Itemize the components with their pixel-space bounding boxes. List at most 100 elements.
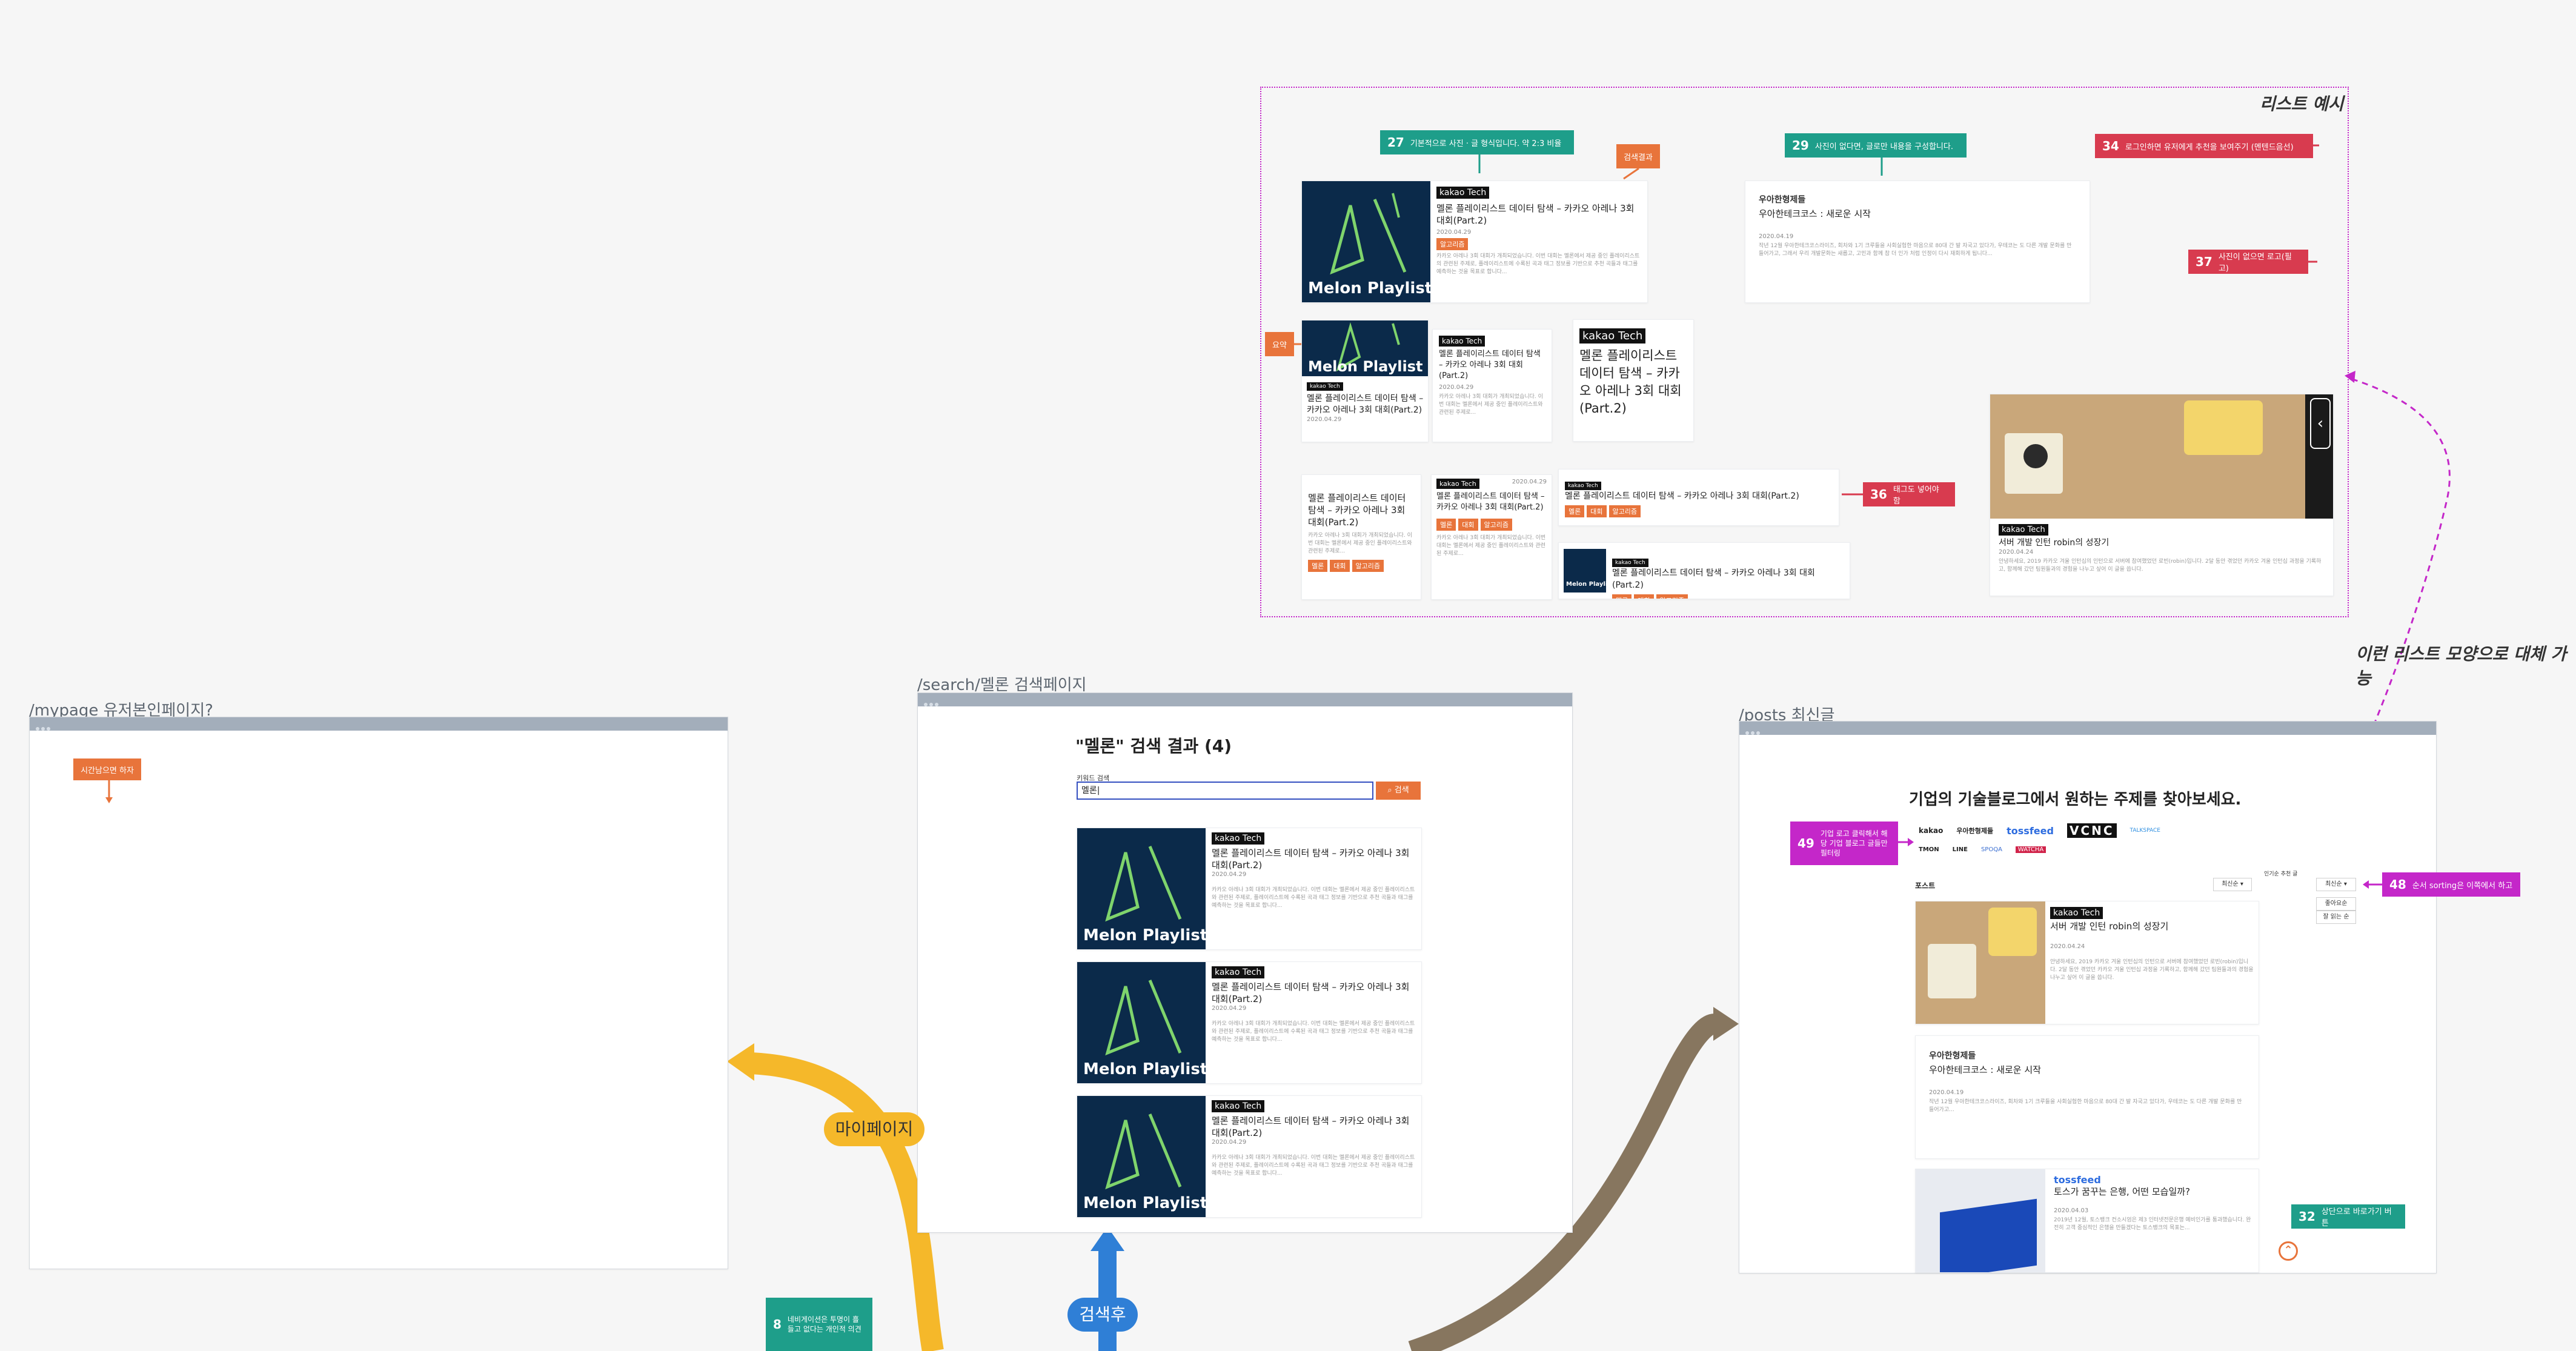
chevron-up-icon: ⌃: [2283, 1244, 2293, 1256]
card-title: 멜론 플레이리스트 데이터 탐색 – 카카오 아레나 3회 대회(Part.2): [1212, 848, 1410, 871]
card-date: 2020.04.29: [1212, 871, 1247, 878]
thumb-image: Melon Playlist: [1302, 320, 1428, 376]
tag[interactable]: 알고리즘: [1608, 505, 1641, 517]
carousel-prev-icon[interactable]: ‹: [2310, 398, 2331, 449]
card-title: 멜론 플레이리스트 데이터 탐색 – 카카오 아레나 3회 대회(Part.2): [1439, 350, 1541, 380]
sort-hint: 인기순 추천 글: [2264, 871, 2298, 877]
example-card-big-title[interactable]: kakao Tech 멜론 플레이리스트 데이터 탐색 – 카카오 아레나 3회…: [1573, 319, 1694, 442]
mypage-arrowhead: [727, 1043, 754, 1081]
note-32: 32 상단으로 바로가기 버튼: [2291, 1204, 2405, 1229]
posts-frame: 기업의 기술블로그에서 원하는 주제를 찾아보세요. kakao 우아한형제들 …: [1739, 721, 2437, 1273]
thumb-image: Melon Playlist: [1077, 1096, 1206, 1217]
company-logo-toss[interactable]: tossfeed: [2007, 825, 2054, 837]
sort-select[interactable]: 최신순 ▾: [2213, 878, 2252, 891]
card-title: 멜론 플레이리스트 데이터 탐색 – 카카오 아레나 3회 대회(Part.2): [1612, 568, 1815, 590]
card-title: 토스가 꿈꾸는 은행, 어떤 모습일까?: [2054, 1186, 2191, 1197]
example-card-photo-text[interactable]: Melon Playlist kakao Tech 멜론 플레이리스트 데이터 …: [1301, 181, 1648, 303]
card-date: 2020.04.24: [1999, 549, 2034, 556]
card-date: 2020.04.19: [1759, 233, 1794, 240]
brand-badge: kakao Tech: [1579, 328, 1646, 344]
browser-bar: [1739, 722, 2436, 735]
company-logo-kakao[interactable]: kakao: [1919, 826, 1943, 835]
card-text: 카카오 아레나 3회 대회가 개최되었습니다. 이번 대회는 멜론에서 제공 중…: [1436, 253, 1640, 275]
company-logo-woowa[interactable]: 우아한형제들: [1956, 826, 1993, 835]
thumb-caption: Melon Playlist: [1308, 279, 1430, 297]
example-card-big-photo[interactable]: ‹ kakao Tech 서버 개발 인턴 robin의 성장기 2020.04…: [1990, 394, 2334, 596]
tag[interactable]: 알고리즘: [1352, 560, 1384, 572]
example-card-summary[interactable]: Melon Playlist kakao Tech 멜론 플레이리스트 데이터 …: [1301, 320, 1429, 442]
replace-note: 이런 리스트 모양으로 대체 가능: [2355, 644, 2567, 688]
brand-badge: kakao Tech: [1307, 382, 1343, 391]
tag[interactable]: 멜론: [1436, 519, 1456, 531]
tag[interactable]: 대회: [1330, 560, 1350, 572]
example-row-card[interactable]: kakao Tech 멜론 플레이리스트 데이터 탐색 – 카카오 아레나 3회…: [1558, 469, 1839, 526]
company-logo-talkspace[interactable]: TALKSPACE: [2130, 828, 2160, 834]
company-logo-watcha[interactable]: WATCHA: [2015, 846, 2047, 853]
tag[interactable]: 멜론: [1565, 505, 1585, 517]
scroll-top-button[interactable]: ⌃: [2279, 1241, 2298, 1261]
search-heading: "멜론" 검색 결과 (4): [1075, 736, 1232, 756]
sort-option[interactable]: 좋아요순: [2316, 897, 2356, 911]
card-title: 멜론 플레이리스트 데이터 탐색 – 카카오 아레나 3회 대회(Part.2): [1436, 203, 1635, 226]
brand-badge: kakao Tech: [1436, 479, 1479, 489]
tag[interactable]: 대회: [1634, 594, 1654, 599]
tag[interactable]: 대회: [1587, 505, 1607, 517]
card-date: 2020.04.29: [1212, 1005, 1247, 1012]
brand-badge: kakao Tech: [1612, 559, 1648, 567]
search-result-card[interactable]: Melon Playlist kakao Tech 멜론 플레이리스트 데이터 …: [1077, 828, 1422, 950]
tag[interactable]: 알고리즘: [1480, 519, 1512, 531]
card-text: 카카오 아레나 3회 대회가 개최되었습니다. 이번 대회는 멜론에서 제공 중…: [1212, 887, 1415, 909]
card-title: 멜론 플레이리스트 데이터 탐색 – 카카오 아레나 3회 대회(Part.2): [1307, 394, 1424, 415]
tag[interactable]: 알고리즘: [1656, 594, 1688, 599]
card-title: 멜론 플레이리스트 데이터 탐색 – 카카오 아레나 3회 대회(Part.2): [1212, 981, 1410, 1004]
browser-bar: [30, 717, 728, 731]
card-date: 2020.04.29: [1439, 384, 1474, 391]
example-card-no-image[interactable]: kakao Tech 멜론 플레이리스트 데이터 탐색 – 카카오 아레나 3회…: [1432, 329, 1552, 442]
browser-bar: [918, 693, 1572, 706]
brand-badge: kakao Tech: [2050, 907, 2103, 919]
search-result-card[interactable]: Melon Playlist kakao Tech 멜론 플레이리스트 데이터 …: [1077, 1095, 1422, 1218]
post-card[interactable]: 우아한형제들 우아한테크코스 : 새로운 시작 2020.04.19 작년 12…: [1915, 1035, 2259, 1159]
card-text: 카카오 아레나 3회 대회가 개최되었습니다. 이번 대회는 멜론에서 제공 중…: [1436, 535, 1546, 557]
example-card-text-only[interactable]: 우아한형제들 우아한테크코스 : 새로운 시작 2020.04.19 작년 12…: [1745, 181, 2090, 303]
company-logo: 우아한형제들: [1759, 195, 1806, 205]
tag[interactable]: 멜론: [1308, 560, 1328, 572]
note-48: 48 순서 sorting은 이쪽에서 하고: [2382, 872, 2520, 897]
example-card-tags-2[interactable]: kakao Tech 2020.04.29 멜론 플레이리스트 데이터 탐색 – …: [1431, 474, 1552, 600]
posts-arrowhead: [1713, 1007, 1739, 1041]
brand-badge: kakao Tech: [1436, 187, 1490, 199]
posts-section-title: 포스트: [1915, 881, 1936, 890]
brand-logo: tossfeed: [2054, 1174, 2101, 1186]
thumb-caption: Melon Playlist: [1083, 1060, 1206, 1078]
company-logo-tmon[interactable]: TMON: [1919, 846, 1939, 853]
company-logo-vcnc[interactable]: VCNC: [2066, 823, 2117, 838]
card-date: 2020.04.29: [1212, 1139, 1247, 1146]
card-date: 2020.04.29: [1307, 416, 1342, 423]
card-text: 작년 12월 우아한테크코스라이즈, 회차와 1기 크루들을 사회실험한 마음으…: [1759, 243, 2072, 257]
card-date: 2020.04.03: [2054, 1207, 2089, 1214]
search-button[interactable]: ⌕ 검색: [1376, 782, 1421, 800]
example-row-card-thumb[interactable]: Melon Playlist kakao Tech 멜론 플레이리스트 데이터 …: [1558, 542, 1850, 599]
tag[interactable]: 멜론: [1612, 594, 1632, 599]
sort-option[interactable]: 잘 읽는 순: [2316, 911, 2356, 924]
brand-badge: kakao Tech: [1212, 832, 1265, 845]
post-card[interactable]: kakao Tech 서버 개발 인턴 robin의 성장기 2020.04.2…: [1915, 901, 2259, 1024]
company-logo-spoqa[interactable]: SPOQA: [1981, 846, 2002, 853]
example-card-tags[interactable]: 멜론 플레이리스트 데이터 탐색 – 카카오 아레나 3회 대회(Part.2)…: [1301, 474, 1421, 600]
tag[interactable]: 대회: [1458, 519, 1478, 531]
card-text: 2019년 12월, 토스뱅크 컨소시엄은 제3 인터넷전문은행 예비인가를 통…: [2054, 1217, 2251, 1231]
search-input[interactable]: 멜론|: [1077, 782, 1373, 800]
post-card[interactable]: tossfeed 토스가 꿈꾸는 은행, 어떤 모습일까? 2020.04.03…: [1915, 1169, 2259, 1273]
posts-heading: 기업의 기술블로그에서 원하는 주제를 찾아보세요.: [1909, 791, 2242, 809]
company-logo-line[interactable]: LINE: [1953, 846, 1968, 853]
search-result-card[interactable]: Melon Playlist kakao Tech 멜론 플레이리스트 데이터 …: [1077, 961, 1422, 1084]
card-title: 멜론 플레이리스트 데이터 탐색 – 카카오 아레나 3회 대회(Part.2): [1212, 1115, 1410, 1138]
tag[interactable]: 알고리즘: [1436, 238, 1469, 250]
card-text: 카카오 아레나 3회 대회가 개최되었습니다. 이번 대회는 멜론에서 제공 중…: [1308, 533, 1412, 554]
thumb-caption: Melon Playlist: [1083, 926, 1206, 944]
company-logo-row: kakao 우아한형제들 tossfeed VCNC TALKSPACE: [1919, 823, 2160, 838]
sort-dropdown[interactable]: 최신순 ▾: [2316, 878, 2356, 891]
post-image: [1916, 1169, 2045, 1272]
card-title: 우아한테크코스 : 새로운 시작: [1759, 208, 1871, 219]
card-text: 안녕하세요, 2019 카카오 겨울 인턴십의 인턴으로 서버에 참여했었던 로…: [2050, 959, 2254, 981]
